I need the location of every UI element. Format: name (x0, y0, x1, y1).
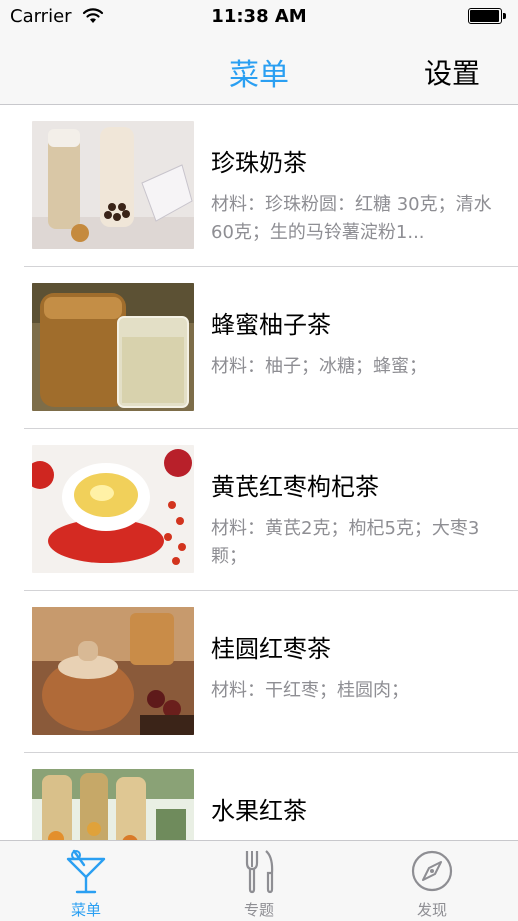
status-bar: Carrier 11:38 AM (0, 0, 518, 36)
tab-bar: 菜单 专题 发现 (0, 840, 518, 921)
honey-citron-tea-photo (32, 283, 194, 411)
item-title: 蜂蜜柚子茶 (211, 311, 331, 339)
item-description: 材料：珍珠粉圆：红糖 30克；清水60克；生的马铃薯淀粉1... (211, 194, 492, 243)
fruit-black-tea-photo (32, 769, 194, 840)
tab-label: 菜单 (70, 901, 101, 919)
settings-button[interactable]: 设置 (424, 52, 480, 92)
item-title: 黄芪红枣枸杞茶 (211, 473, 379, 501)
compass-icon (411, 850, 453, 892)
list-item[interactable]: 水果红茶 (0, 753, 518, 840)
list-item[interactable]: 桂圆红枣茶 材料：干红枣；桂圆肉； (0, 591, 518, 753)
list-item[interactable]: 蜂蜜柚子茶 材料：柚子；冰糖；蜂蜜； (0, 267, 518, 429)
list-item[interactable]: 黄芪红枣枸杞茶 材料：黄芪2克；枸杞5克；大枣3颗； (0, 429, 518, 591)
tab-discover[interactable]: 发现 (346, 841, 518, 921)
longan-jujube-tea-photo (32, 607, 194, 735)
status-time: 11:38 AM (211, 6, 307, 27)
recipe-list[interactable]: 珍珠奶茶 材料：珍珠粉圆：红糖 30克；清水60克；生的马铃薯淀粉1... 蜂蜜… (0, 105, 518, 840)
fork-knife-icon (245, 850, 274, 894)
list-item[interactable]: 珍珠奶茶 材料：珍珠粉圆：红糖 30克；清水60克；生的马铃薯淀粉1... (0, 105, 518, 267)
astragalus-jujube-goji-tea-photo (32, 445, 194, 573)
item-title: 桂圆红枣茶 (211, 635, 331, 663)
item-title: 珍珠奶茶 (211, 149, 307, 177)
pearl-milk-tea-photo (32, 121, 194, 249)
tab-menu[interactable]: 菜单 (0, 841, 172, 921)
item-description: 材料：干红枣；桂圆肉； (211, 680, 409, 701)
tab-label: 发现 (416, 901, 447, 919)
battery-icon (468, 8, 506, 24)
item-description: 材料：柚子；冰糖；蜂蜜； (211, 356, 427, 377)
item-description: 材料：黄芪2克；枸杞5克；大枣3颗； (211, 518, 480, 567)
item-title: 水果红茶 (211, 797, 307, 825)
navigation-bar: 菜单 设置 (0, 36, 518, 105)
tab-label: 专题 (243, 901, 274, 919)
cocktail-glass-icon (66, 849, 106, 894)
tab-topics[interactable]: 专题 (173, 841, 345, 921)
